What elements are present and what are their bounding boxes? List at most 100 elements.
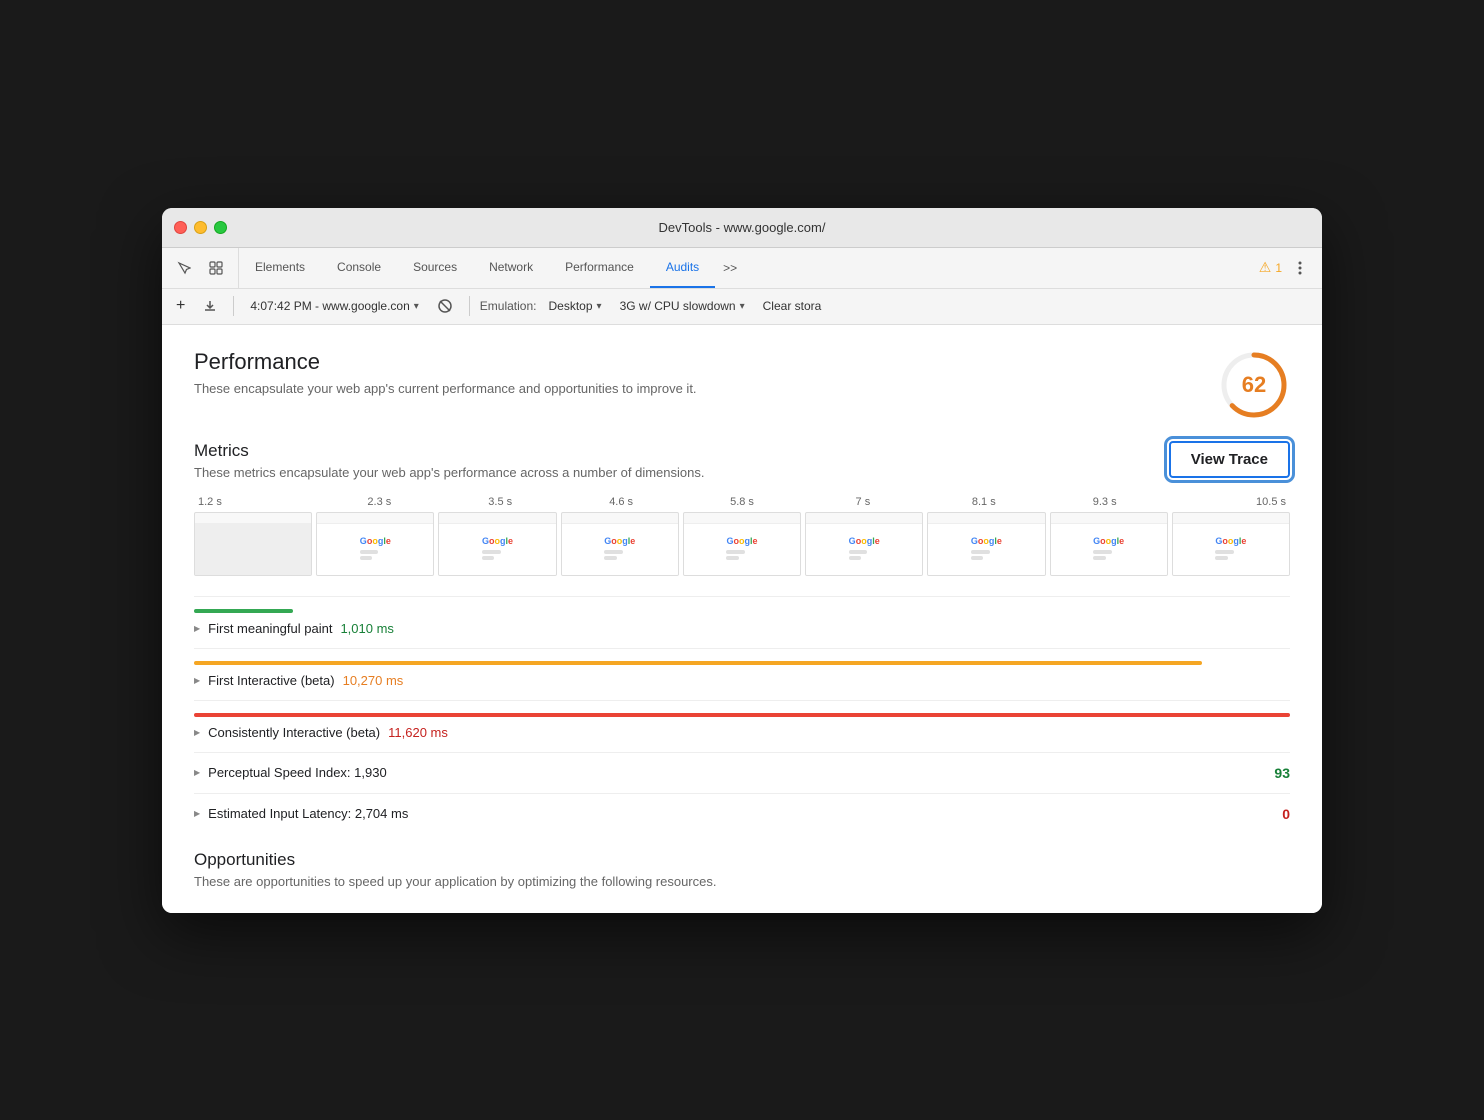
metric-bar-ci-bar [194,713,1290,717]
filmstrip-frame-6: G o o g l e [927,512,1045,576]
nav-tabs: Elements Console Sources Network Perform… [239,248,1259,288]
timeline-label-1: 2.3 s [319,496,440,508]
metrics-title-block: Metrics These metrics encapsulate your w… [194,441,704,480]
metrics-header-row: Metrics These metrics encapsulate your w… [194,441,1290,480]
metric-bar-ci [194,713,1290,717]
title-bar: DevTools - www.google.com/ [162,208,1322,248]
fi-value: 10,270 ms [343,673,404,688]
tab-performance[interactable]: Performance [549,248,650,288]
metric-bar-fmp-bar [194,609,293,613]
filmstrip-frame-2: G o o g l e [438,512,556,576]
fmp-label: First meaningful paint [208,621,332,636]
devtools-window: DevTools - www.google.com/ Elements [162,208,1322,913]
close-button[interactable] [174,221,187,234]
metric-eil-left: ▶ Estimated Input Latency: 2,704 ms [194,806,408,821]
expand-fi-icon[interactable]: ▶ [194,676,200,685]
add-recording-button[interactable]: + [170,295,191,317]
minimize-button[interactable] [194,221,207,234]
metric-bar-fmp [194,609,1290,613]
metric-input-latency: ▶ Estimated Input Latency: 2,704 ms 0 [194,793,1290,834]
block-icon[interactable] [431,296,459,316]
view-trace-button[interactable]: View Trace [1169,441,1290,478]
timeline-label-8: 10.5 s [1165,496,1286,508]
opportunities-title: Opportunities [194,850,1290,870]
tab-bar: Elements Console Sources Network Perform… [162,248,1322,289]
toolbar-right: ⚠ 1 [1259,254,1322,282]
metric-first-meaningful-paint: ▶ First meaningful paint 1,010 ms [194,596,1290,648]
metrics-section: Metrics These metrics encapsulate your w… [194,441,1290,834]
metrics-desc: These metrics encapsulate your web app's… [194,465,704,480]
download-button[interactable] [197,297,223,315]
fi-label: First Interactive (beta) [208,673,334,688]
expand-psi-icon[interactable]: ▶ [194,768,200,777]
maximize-button[interactable] [214,221,227,234]
metric-fi-left: ▶ First Interactive (beta) 10,270 ms [194,673,403,688]
toolbar-divider [233,296,234,316]
timestamp-url[interactable]: 4:07:42 PM - www.google.con ▾ [244,297,424,315]
toolbar-divider-2 [469,296,470,316]
performance-score: 62 [1242,372,1266,398]
expand-eil-icon[interactable]: ▶ [194,809,200,818]
metric-perceptual-speed: ▶ Perceptual Speed Index: 1,930 93 [194,752,1290,793]
metric-bar-fi-bar [194,661,1202,665]
window-title: DevTools - www.google.com/ [659,220,826,235]
metric-label-fmp: ▶ First meaningful paint 1,010 ms [194,621,1290,636]
metric-bar-fi [194,661,1290,665]
opportunities-section: Opportunities These are opportunities to… [194,850,1290,889]
warning-icon: ⚠ [1259,259,1272,276]
warning-badge: ⚠ 1 [1259,259,1282,276]
more-options-button[interactable] [1286,254,1314,282]
more-tabs-button[interactable]: >> [715,248,745,288]
timeline-label-7: 9.3 s [1044,496,1165,508]
ci-value: 11,620 ms [388,725,448,740]
metric-label-eil: ▶ Estimated Input Latency: 2,704 ms 0 [194,806,1290,822]
metric-label-psi: ▶ Perceptual Speed Index: 1,930 93 [194,765,1290,781]
tab-audits[interactable]: Audits [650,248,715,288]
eil-score: 0 [1282,806,1290,822]
metric-ci-left: ▶ Consistently Interactive (beta) 11,620… [194,725,448,740]
opportunities-desc: These are opportunities to speed up your… [194,874,1290,889]
timeline-label-5: 7 s [802,496,923,508]
timeline-label-4: 5.8 s [682,496,803,508]
metric-label-fi: ▶ First Interactive (beta) 10,270 ms [194,673,1290,688]
metric-consistently-interactive: ▶ Consistently Interactive (beta) 11,620… [194,700,1290,752]
desktop-dropdown-arrow: ▾ [597,301,602,312]
timeline-label-3: 4.6 s [561,496,682,508]
traffic-lights [174,221,227,234]
performance-title-block: Performance These encapsulate your web a… [194,349,697,396]
tab-network[interactable]: Network [473,248,549,288]
tab-sources[interactable]: Sources [397,248,473,288]
metrics-title: Metrics [194,441,704,461]
performance-desc: These encapsulate your web app's current… [194,381,697,396]
second-toolbar: + 4:07:42 PM - www.google.con ▾ Emulatio… [162,289,1322,325]
psi-score: 93 [1274,765,1290,781]
toolbar-icons [162,248,239,288]
performance-score-circle: 62 [1218,349,1290,421]
filmstrip-frame-5: G o o g l e [805,512,923,576]
cursor-icon[interactable] [170,254,198,282]
filmstrip-frame-4: G o o g l e [683,512,801,576]
performance-title: Performance [194,349,697,375]
metric-psi-left: ▶ Perceptual Speed Index: 1,930 [194,765,387,780]
ci-label: Consistently Interactive (beta) [208,725,380,740]
psi-label: Perceptual Speed Index: 1,930 [208,765,387,780]
timestamp-dropdown-arrow: ▾ [414,301,419,312]
inspect-icon[interactable] [202,254,230,282]
timeline-label-6: 8.1 s [923,496,1044,508]
filmstrip-frame-1: G o o g l e [316,512,434,576]
timeline-labels: 1.2 s 2.3 s 3.5 s 4.6 s 5.8 s 7 s 8.1 s … [194,496,1290,508]
filmstrip-frame-8: G o o g l e [1172,512,1290,576]
tab-console[interactable]: Console [321,248,397,288]
expand-ci-icon[interactable]: ▶ [194,728,200,737]
clear-storage-button[interactable]: Clear stora [757,297,828,315]
eil-label: Estimated Input Latency: 2,704 ms [208,806,408,821]
tab-elements[interactable]: Elements [239,248,321,288]
filmstrip-frame-0 [194,512,312,576]
desktop-dropdown[interactable]: Desktop ▾ [543,297,608,315]
network-throttle-dropdown[interactable]: 3G w/ CPU slowdown ▾ [614,297,751,315]
metric-label-ci: ▶ Consistently Interactive (beta) 11,620… [194,725,1290,740]
filmstrip-frame-3: G o o g l e [561,512,679,576]
metric-fmp-left: ▶ First meaningful paint 1,010 ms [194,621,394,636]
timeline-label-0: 1.2 s [198,496,319,508]
expand-fmp-icon[interactable]: ▶ [194,624,200,633]
